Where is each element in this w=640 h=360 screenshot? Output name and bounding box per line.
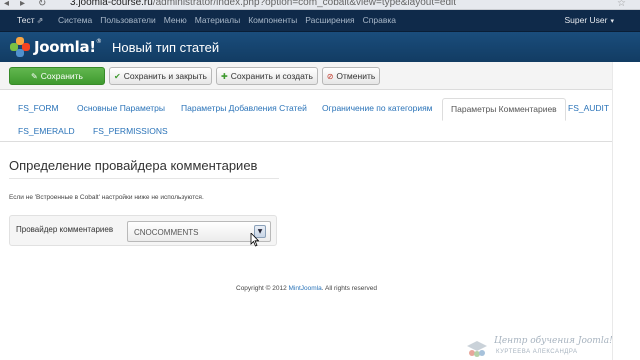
- page-title: Новый тип статей: [112, 40, 220, 55]
- star-icon[interactable]: ☆: [617, 0, 626, 9]
- menu-components[interactable]: Компоненты: [248, 15, 297, 25]
- site-link[interactable]: Тест ⇗: [17, 15, 43, 25]
- menu-users[interactable]: Пользователи: [100, 15, 155, 25]
- section-title: Определение провайдера комментариев: [9, 158, 258, 173]
- url-path: /administrator/index.php?option=com_coba…: [152, 0, 457, 8]
- address-bar[interactable]: 3.joomla-course.ru/administrator/index.p…: [70, 0, 456, 9]
- watermark: Центр обучения Joomla! КУРТЕЕВА АЛЕКСАНД…: [466, 334, 613, 360]
- admin-menu-bar: Тест ⇗ Система Пользователи Меню Материал…: [0, 10, 640, 32]
- browser-bar: ◂ ▸ ↻ 3.joomla-course.ru/administrator/i…: [0, 0, 640, 10]
- menu-content[interactable]: Материалы: [195, 15, 241, 25]
- save-label: Сохранить: [40, 71, 83, 81]
- site-name: Тест: [17, 15, 35, 25]
- external-link-icon: ⇗: [36, 16, 44, 25]
- copyright-suffix: . All rights reserved: [321, 285, 378, 292]
- arrow-left-icon[interactable]: ◂: [4, 0, 9, 9]
- url-host: 3.joomla-course.ru: [70, 0, 153, 8]
- comment-provider-label: Провайдер комментариев: [16, 225, 114, 234]
- joomla-logo[interactable]: Joomla!®: [10, 36, 102, 58]
- cancel-label: Отменить: [336, 71, 376, 81]
- menu-help[interactable]: Справка: [363, 15, 396, 25]
- select-value: CNOCOMMENTS: [134, 228, 199, 237]
- toolbar: ✎ Сохранить ✔ Сохранить и закрыть ✚ Сохрани…: [0, 62, 640, 90]
- save-button[interactable]: ✎ Сохранить: [9, 67, 105, 85]
- comment-provider-field: Провайдер комментариев CNOCOMMENTS ▼: [9, 215, 277, 246]
- mintjoomla-link[interactable]: MintJoomla: [289, 285, 322, 292]
- menu-extensions[interactable]: Расширения: [305, 15, 354, 25]
- save-close-button[interactable]: ✔ Сохранить и закрыть: [109, 67, 212, 85]
- tab-comment-params[interactable]: Параметры Комментариев: [442, 98, 566, 121]
- reload-icon[interactable]: ↻: [38, 0, 46, 9]
- graduation-cap-icon: [467, 341, 487, 357]
- cancel-icon: ⊘: [326, 71, 334, 81]
- logo-wordmark: Joomla!: [34, 38, 96, 56]
- tab-bar: FS_FORM Основные Параметры Параметры Доб…: [0, 96, 612, 142]
- joomla-logo-icon: [10, 37, 30, 57]
- main-menu: Система Пользователи Меню Материалы Комп…: [58, 15, 404, 25]
- tab-add-params[interactable]: Параметры Добавления Статей: [181, 103, 307, 113]
- tab-fs-form[interactable]: FS_FORM: [18, 103, 59, 113]
- divider: [9, 178, 279, 179]
- title-bar: Joomla!® Новый тип статей: [0, 32, 640, 62]
- help-note: Если не 'Встроенные в Cobalt' настройки …: [9, 194, 204, 201]
- save-close-label: Сохранить и закрыть: [123, 71, 207, 81]
- tab-fs-permissions[interactable]: FS_PERMISSIONS: [93, 126, 168, 136]
- logo-text: Joomla!®: [34, 38, 102, 56]
- user-menu[interactable]: Super User ▾: [564, 15, 614, 25]
- tab-basic-params[interactable]: Основные Параметры: [77, 103, 165, 113]
- tab-category-restrict[interactable]: Ограничение по категориям: [322, 103, 433, 113]
- mouse-cursor-icon: [250, 233, 259, 247]
- cancel-button[interactable]: ⊘ Отменить: [322, 67, 380, 85]
- tab-fs-emerald[interactable]: FS_EMERALD: [18, 126, 75, 136]
- menu-system[interactable]: Система: [58, 15, 92, 25]
- menu-menus[interactable]: Меню: [164, 15, 187, 25]
- footer-copyright: Copyright © 2012 MintJoomla. All rights …: [236, 285, 377, 292]
- save-new-button[interactable]: ✚ Сохранить и создать: [216, 67, 318, 85]
- save-new-label: Сохранить и создать: [230, 71, 313, 81]
- arrow-right-icon[interactable]: ▸: [20, 0, 25, 9]
- trademark: ®: [95, 38, 102, 45]
- chevron-down-icon: ▾: [610, 17, 614, 25]
- watermark-subtitle: КУРТЕЕВА АЛЕКСАНДРА: [496, 349, 578, 355]
- user-name: Super User: [564, 15, 608, 25]
- copyright-prefix: Copyright © 2012: [236, 285, 287, 292]
- watermark-title: Центр обучения Joomla!: [494, 336, 613, 346]
- plus-icon: ✚: [221, 71, 228, 81]
- check-icon: ✔: [114, 71, 121, 81]
- tab-fs-audit[interactable]: FS_AUDIT: [568, 103, 609, 113]
- page-scrollbar-track[interactable]: [612, 62, 640, 360]
- edit-icon: ✎: [31, 71, 38, 81]
